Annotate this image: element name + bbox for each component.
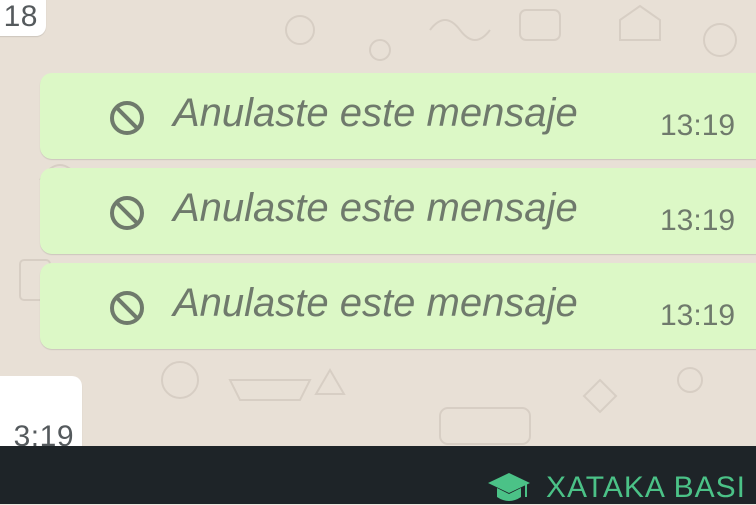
brand-name: XATAKA BASI — [546, 471, 746, 504]
brand-footer: XATAKA BASI — [0, 446, 756, 504]
message-time: 13:19 — [660, 204, 736, 237]
incoming-message-bubble[interactable]: 18 — [0, 0, 46, 36]
brand-logo: XATAKA BASI — [486, 471, 746, 504]
message-time: 3:19 — [13, 420, 74, 446]
deleted-message-text: Anulaste este mensaje — [173, 186, 578, 230]
incoming-message-bubble[interactable]: 3:19 — [0, 376, 82, 446]
message-time: 13:19 — [660, 299, 736, 332]
blocked-icon — [110, 291, 144, 325]
message-time: 18 — [3, 0, 38, 33]
deleted-message-text: Anulaste este mensaje — [173, 91, 578, 135]
deleted-message-bubble[interactable]: Anulaste este mensaje 13:19 — [40, 263, 756, 349]
deleted-message-bubble[interactable]: Anulaste este mensaje 13:19 — [40, 73, 756, 159]
deleted-message-text: Anulaste este mensaje — [173, 281, 578, 325]
message-time: 13:19 — [660, 109, 736, 142]
deleted-message-bubble[interactable]: Anulaste este mensaje 13:19 — [40, 168, 756, 254]
chat-area: 18 Anulaste este mensaje 13:19 Anulaste … — [0, 0, 756, 446]
blocked-icon — [110, 101, 144, 135]
graduation-cap-icon — [488, 473, 530, 501]
blocked-icon — [110, 196, 144, 230]
